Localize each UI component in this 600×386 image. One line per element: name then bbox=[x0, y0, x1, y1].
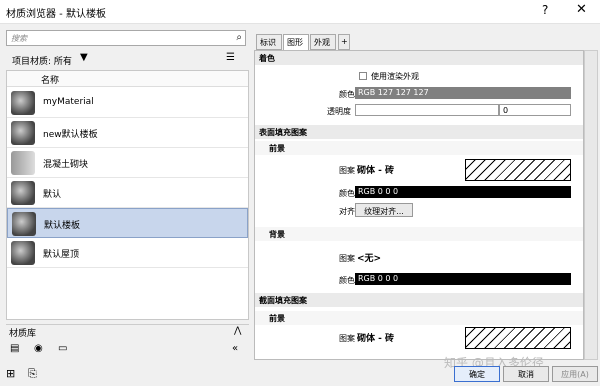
tab-appearance[interactable]: 外观 bbox=[310, 34, 336, 50]
list-item[interactable]: new默认楼板 bbox=[7, 118, 248, 148]
color-label: 颜色 bbox=[339, 189, 355, 198]
pattern-label: 图案 bbox=[339, 254, 355, 263]
apply-button[interactable]: 应用(A) bbox=[552, 366, 598, 382]
pattern-label: 图案 bbox=[339, 334, 355, 343]
surface-pattern-preview[interactable] bbox=[465, 159, 571, 181]
globe-icon[interactable]: ◉ bbox=[34, 343, 43, 354]
material-list: 名称 myMaterial new默认楼板 混凝土砌块 默认 默认楼板 默认屋顶 bbox=[6, 70, 249, 320]
project-materials-header: 项目材质: 所有 ▼ ☰ bbox=[6, 51, 246, 67]
list-item[interactable]: myMaterial bbox=[7, 88, 248, 118]
surface-pattern-section[interactable]: 表面填充图案 bbox=[255, 125, 583, 139]
material-library-bar: 材质库 ⋀ bbox=[6, 324, 249, 339]
shading-section[interactable]: 着色 bbox=[255, 51, 583, 65]
cancel-button[interactable]: 取消 bbox=[503, 366, 549, 382]
material-swatch bbox=[11, 91, 35, 115]
material-swatch bbox=[11, 121, 35, 145]
transparency-value[interactable]: 0 bbox=[499, 104, 571, 116]
material-swatch bbox=[11, 151, 35, 175]
scrollbar[interactable] bbox=[584, 50, 598, 360]
transparency-label: 透明度 bbox=[327, 107, 351, 116]
surface-foreground-header[interactable]: 前景 bbox=[255, 141, 583, 155]
shading-color-field[interactable]: RGB 127 127 127 bbox=[355, 87, 571, 99]
cut-pattern-name[interactable]: 砌体 - 砖 bbox=[357, 331, 394, 344]
dialog-footer: ⊞ ⎘ 确定 取消 应用(A) bbox=[0, 364, 600, 386]
color-label: 颜色 bbox=[339, 276, 355, 285]
align-label: 对齐 bbox=[339, 207, 355, 216]
library-manager-icon[interactable]: ⊞ bbox=[6, 367, 15, 380]
project-materials-label: 项目材质: 所有 bbox=[12, 57, 72, 67]
pattern-label: 图案 bbox=[339, 166, 355, 175]
use-render-label: 使用渲染外观 bbox=[371, 72, 419, 81]
tab-graphics[interactable]: 图形 bbox=[283, 34, 309, 50]
color-label: 颜色 bbox=[339, 90, 355, 99]
search-placeholder: 搜索 bbox=[11, 34, 27, 43]
view-options-icon[interactable]: ☰ bbox=[226, 52, 235, 63]
surface-color-field[interactable]: RGB 0 0 0 bbox=[355, 186, 571, 198]
material-swatch bbox=[11, 181, 35, 205]
cut-foreground-header[interactable]: 前景 bbox=[255, 311, 583, 325]
close-button[interactable]: ✕ bbox=[576, 2, 587, 17]
help-button[interactable]: ? bbox=[542, 3, 548, 17]
texture-align-button[interactable]: 纹理对齐... bbox=[355, 203, 413, 217]
material-swatch bbox=[11, 241, 35, 265]
surface-background-header[interactable]: 背景 bbox=[255, 227, 583, 241]
material-browser-panel: 搜索 ⌕ 项目材质: 所有 ▼ ☰ 名称 myMaterial new默认楼板 … bbox=[3, 28, 249, 358]
panel-icon[interactable]: ▭ bbox=[58, 343, 67, 354]
column-header[interactable]: 名称 bbox=[7, 71, 248, 87]
list-item[interactable]: 混凝土砌块 bbox=[7, 148, 248, 178]
list-item[interactable]: 默认屋顶 bbox=[7, 238, 248, 268]
asset-browser-icon[interactable]: ⎘ bbox=[28, 367, 37, 381]
window-title: 材质浏览器 - 默认楼板 bbox=[6, 9, 106, 20]
title-bar: 材质浏览器 - 默认楼板 ? ✕ bbox=[0, 0, 600, 24]
surface-pattern-name[interactable]: 砌体 - 砖 bbox=[357, 163, 394, 176]
search-icon[interactable]: ⌕ bbox=[236, 32, 242, 43]
library-toolbar: ▤ ◉ ▭ « bbox=[6, 342, 249, 358]
material-library-label: 材质库 bbox=[9, 329, 37, 339]
add-tab-button[interactable]: + bbox=[338, 34, 350, 50]
background-color-field[interactable]: RGB 0 0 0 bbox=[355, 273, 571, 285]
list-item[interactable]: 默认 bbox=[7, 178, 248, 208]
ok-button[interactable]: 确定 bbox=[454, 366, 500, 382]
double-chevron-left-icon[interactable]: « bbox=[232, 343, 238, 354]
cut-pattern-preview[interactable] bbox=[465, 327, 571, 349]
graphics-properties: 着色 使用渲染外观 颜色 RGB 127 127 127 透明度 0 表面填充图… bbox=[254, 50, 584, 360]
search-input[interactable]: 搜索 ⌕ bbox=[6, 30, 246, 46]
use-render-appearance-checkbox[interactable] bbox=[359, 72, 367, 80]
cut-pattern-section[interactable]: 截面填充图案 bbox=[255, 293, 583, 307]
filter-icon[interactable]: ▼ bbox=[80, 52, 88, 63]
properties-panel: 标识 图形 外观 + 着色 使用渲染外观 颜色 RGB 127 127 127 … bbox=[254, 30, 598, 360]
material-swatch bbox=[12, 212, 36, 236]
collapse-icon[interactable]: ⋀ bbox=[234, 326, 241, 336]
transparency-slider[interactable] bbox=[355, 104, 499, 116]
list-item-selected[interactable]: 默认楼板 bbox=[7, 208, 248, 238]
tab-identity[interactable]: 标识 bbox=[256, 34, 282, 50]
background-pattern-name[interactable]: <无> bbox=[357, 251, 381, 264]
library-icon[interactable]: ▤ bbox=[10, 343, 19, 354]
